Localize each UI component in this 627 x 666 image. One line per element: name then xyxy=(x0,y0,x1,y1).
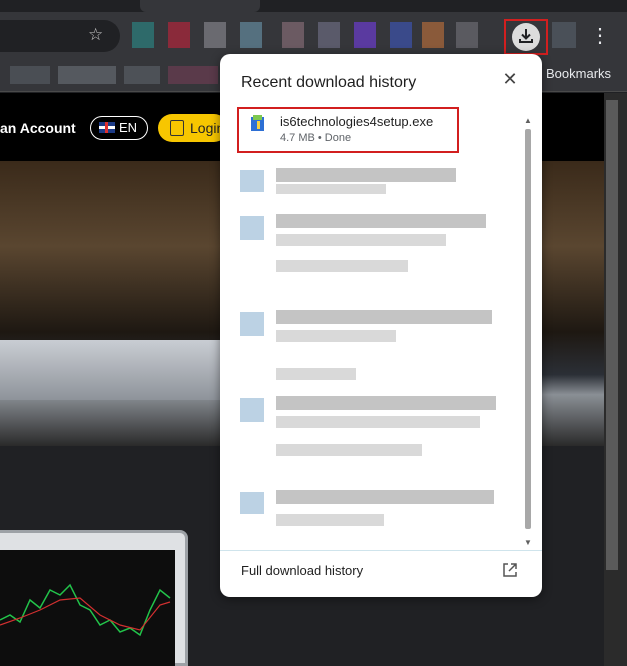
language-selector[interactable]: EN xyxy=(90,116,148,140)
blurred-file-icon xyxy=(240,216,264,240)
extension-icon[interactable] xyxy=(422,22,444,48)
blurred-download-item xyxy=(276,416,480,428)
page-scrollbar-thumb[interactable] xyxy=(606,100,618,570)
tab-strip xyxy=(0,0,627,12)
bookmark-item[interactable] xyxy=(124,66,160,84)
active-tab[interactable] xyxy=(140,0,260,12)
open-account-link[interactable]: an Account xyxy=(0,120,76,136)
more-vert-icon[interactable]: ⋮ xyxy=(590,24,610,48)
blurred-download-item xyxy=(276,330,396,342)
open-in-new-icon[interactable] xyxy=(502,562,518,578)
scroll-up-arrow-icon[interactable]: ▲ xyxy=(524,116,532,125)
star-icon[interactable]: ☆ xyxy=(88,26,106,44)
extension-icon[interactable] xyxy=(132,22,154,48)
blurred-file-icon xyxy=(240,312,264,336)
installer-file-icon xyxy=(251,115,264,131)
uk-flag-icon xyxy=(99,122,115,133)
blurred-download-item xyxy=(276,234,446,246)
blurred-download-item[interactable] xyxy=(276,214,486,228)
blurred-download-item xyxy=(276,368,356,380)
download-button[interactable] xyxy=(504,19,548,55)
trading-chart-image xyxy=(0,583,171,637)
blurred-download-item[interactable] xyxy=(276,490,494,504)
blurred-file-icon xyxy=(240,170,264,192)
download-file-name[interactable]: is6technologies4setup.exe xyxy=(280,114,433,129)
download-icon xyxy=(519,29,533,43)
login-button[interactable]: Login xyxy=(158,114,228,142)
extension-icon[interactable] xyxy=(168,22,190,48)
full-download-history-link[interactable]: Full download history xyxy=(241,563,363,578)
extension-icon[interactable] xyxy=(204,22,226,48)
lock-icon xyxy=(170,120,184,136)
bookmark-item[interactable] xyxy=(58,66,116,84)
blurred-file-icon xyxy=(240,398,264,422)
hero-image-detail xyxy=(0,340,230,400)
download-history-bubble: Recent download history ✕ is6technologie… xyxy=(220,54,542,597)
blurred-download-item xyxy=(276,444,422,456)
extension-icon[interactable] xyxy=(354,22,376,48)
bubble-title: Recent download history xyxy=(241,74,417,91)
blurred-file-icon xyxy=(240,492,264,514)
extension-icon[interactable] xyxy=(282,22,304,48)
blurred-download-item[interactable] xyxy=(276,396,496,410)
close-icon[interactable]: ✕ xyxy=(501,70,519,88)
extension-toolbar xyxy=(132,22,492,50)
bookmark-item[interactable] xyxy=(168,66,218,84)
language-label: EN xyxy=(119,120,138,135)
extension-icon[interactable] xyxy=(390,22,412,48)
bookmark-item[interactable] xyxy=(10,66,50,84)
extension-icon[interactable] xyxy=(552,22,576,48)
bookmarks-folder[interactable]: Bookmarks xyxy=(546,66,611,81)
download-file-status: 4.7 MB • Done xyxy=(280,132,352,144)
bubble-divider xyxy=(220,550,542,551)
bubble-scrollbar-thumb[interactable] xyxy=(525,129,531,529)
blurred-download-item[interactable] xyxy=(276,168,456,182)
blurred-download-item xyxy=(276,184,386,194)
extension-icon[interactable] xyxy=(318,22,340,48)
blurred-download-item[interactable] xyxy=(276,310,492,324)
blurred-download-item xyxy=(276,260,408,272)
scroll-down-arrow-icon[interactable]: ▼ xyxy=(524,538,532,547)
extension-icon[interactable] xyxy=(456,22,478,48)
extension-icon[interactable] xyxy=(240,22,262,48)
blurred-download-item xyxy=(276,514,384,526)
